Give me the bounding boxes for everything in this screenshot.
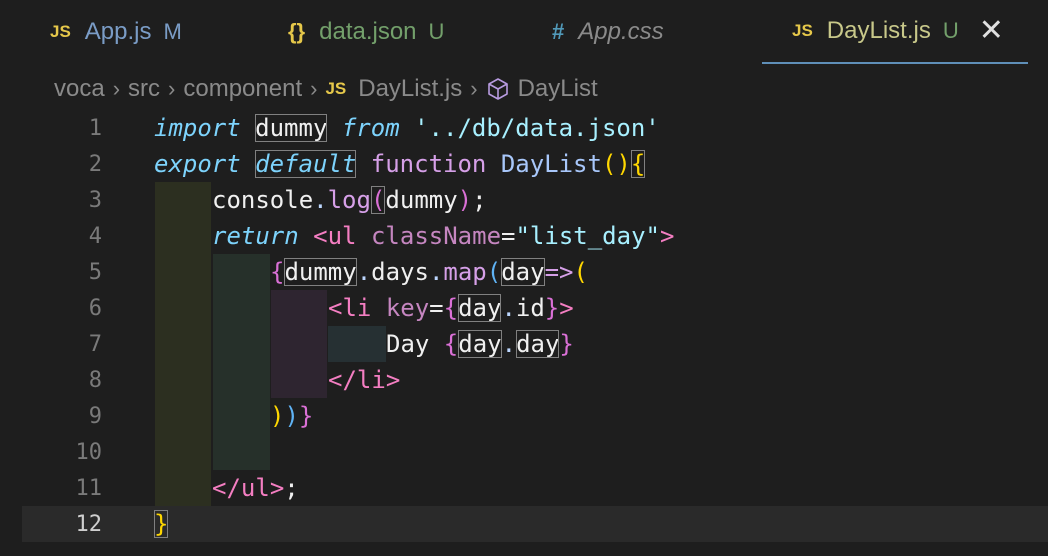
css-file-icon: #	[552, 19, 565, 44]
tab-daylist-js[interactable]: JS DayList.js U ✕	[762, 0, 1028, 64]
line-number: 5	[88, 259, 102, 285]
symbol-cube-icon	[486, 77, 510, 101]
breadcrumb-item-src[interactable]: src	[128, 75, 160, 103]
line-number: 10	[75, 439, 103, 465]
code-text: console.log(dummy);	[212, 186, 487, 214]
chevron-right-icon: ›	[112, 76, 121, 101]
git-status-badge: M	[163, 19, 182, 44]
code-line[interactable]: 8 </li>	[22, 362, 1048, 398]
javascript-file-icon: JS	[325, 79, 347, 98]
line-number: 6	[88, 295, 102, 321]
tab-app-js[interactable]: JS App.js M	[50, 0, 182, 64]
tab-data-json[interactable]: {} data.json U	[288, 0, 444, 64]
tab-label: DayList.js	[826, 17, 931, 44]
code-text: </li>	[328, 366, 401, 394]
code-text: import dummy from '../db/data.json'	[154, 114, 660, 142]
code-text: {dummy.days.map(day=>(	[270, 258, 588, 286]
code-line[interactable]: 11 </ul>;	[22, 470, 1048, 506]
code-line[interactable]: 5 {dummy.days.map(day=>(	[22, 254, 1048, 290]
code-text: <li key={day.id}>	[328, 294, 574, 322]
chevron-right-icon: ›	[470, 76, 478, 101]
breadcrumb-item-voca[interactable]: voca	[54, 75, 105, 103]
tab-label: App.css	[578, 18, 664, 45]
code-editor[interactable]: 1 import dummy from '../db/data.json' 2 …	[22, 110, 1048, 556]
code-line[interactable]: 9 ))}	[22, 398, 1048, 434]
code-line[interactable]: 7 Day {day.day}	[22, 326, 1048, 362]
breadcrumb-item-file[interactable]: DayList.js	[358, 75, 462, 103]
breadcrumb: voca › src › component › JS DayList.js ›…	[0, 66, 1048, 112]
javascript-file-icon: JS	[792, 21, 813, 40]
close-icon[interactable]: ✕	[979, 16, 1004, 46]
code-line-current[interactable]: 12 }	[22, 506, 1048, 542]
line-number: 9	[88, 403, 102, 429]
breadcrumb-item-component[interactable]: component	[183, 75, 302, 103]
code-line[interactable]: 3 console.log(dummy);	[22, 182, 1048, 218]
line-number: 8	[88, 367, 102, 393]
tab-label: App.js	[84, 18, 152, 45]
tab-label: data.json	[319, 18, 417, 45]
line-number: 4	[88, 223, 102, 249]
tab-app-css[interactable]: # App.css	[552, 0, 664, 64]
line-number: 11	[75, 475, 103, 501]
line-number: 7	[88, 331, 102, 357]
tab-bar: JS App.js M {} data.json U # App.css JS …	[0, 0, 1048, 66]
code-line[interactable]: 4 return <ul className="list_day">	[22, 218, 1048, 254]
code-line[interactable]: 1 import dummy from '../db/data.json'	[22, 110, 1048, 146]
line-number: 2	[88, 151, 102, 177]
line-number: 1	[88, 115, 102, 141]
code-line[interactable]: 10	[22, 434, 1048, 470]
git-status-badge: U	[428, 19, 445, 44]
git-status-badge: U	[942, 18, 959, 43]
json-file-icon: {}	[288, 19, 306, 44]
code-text: return <ul className="list_day">	[212, 222, 675, 250]
code-line[interactable]: 6 <li key={day.id}>	[22, 290, 1048, 326]
code-text: </ul>;	[212, 474, 299, 502]
line-number: 12	[75, 511, 103, 537]
code-text: export default function DayList(){	[154, 150, 646, 178]
code-text: }	[154, 510, 169, 538]
javascript-file-icon: JS	[50, 22, 71, 41]
code-line[interactable]: 2 export default function DayList(){	[22, 146, 1048, 182]
chevron-right-icon: ›	[168, 76, 176, 101]
breadcrumb-item-symbol[interactable]: DayList	[518, 75, 598, 103]
code-text: Day {day.day}	[386, 330, 574, 358]
code-text: ))}	[270, 402, 314, 430]
chevron-right-icon: ›	[310, 76, 318, 101]
line-number: 3	[88, 187, 102, 213]
